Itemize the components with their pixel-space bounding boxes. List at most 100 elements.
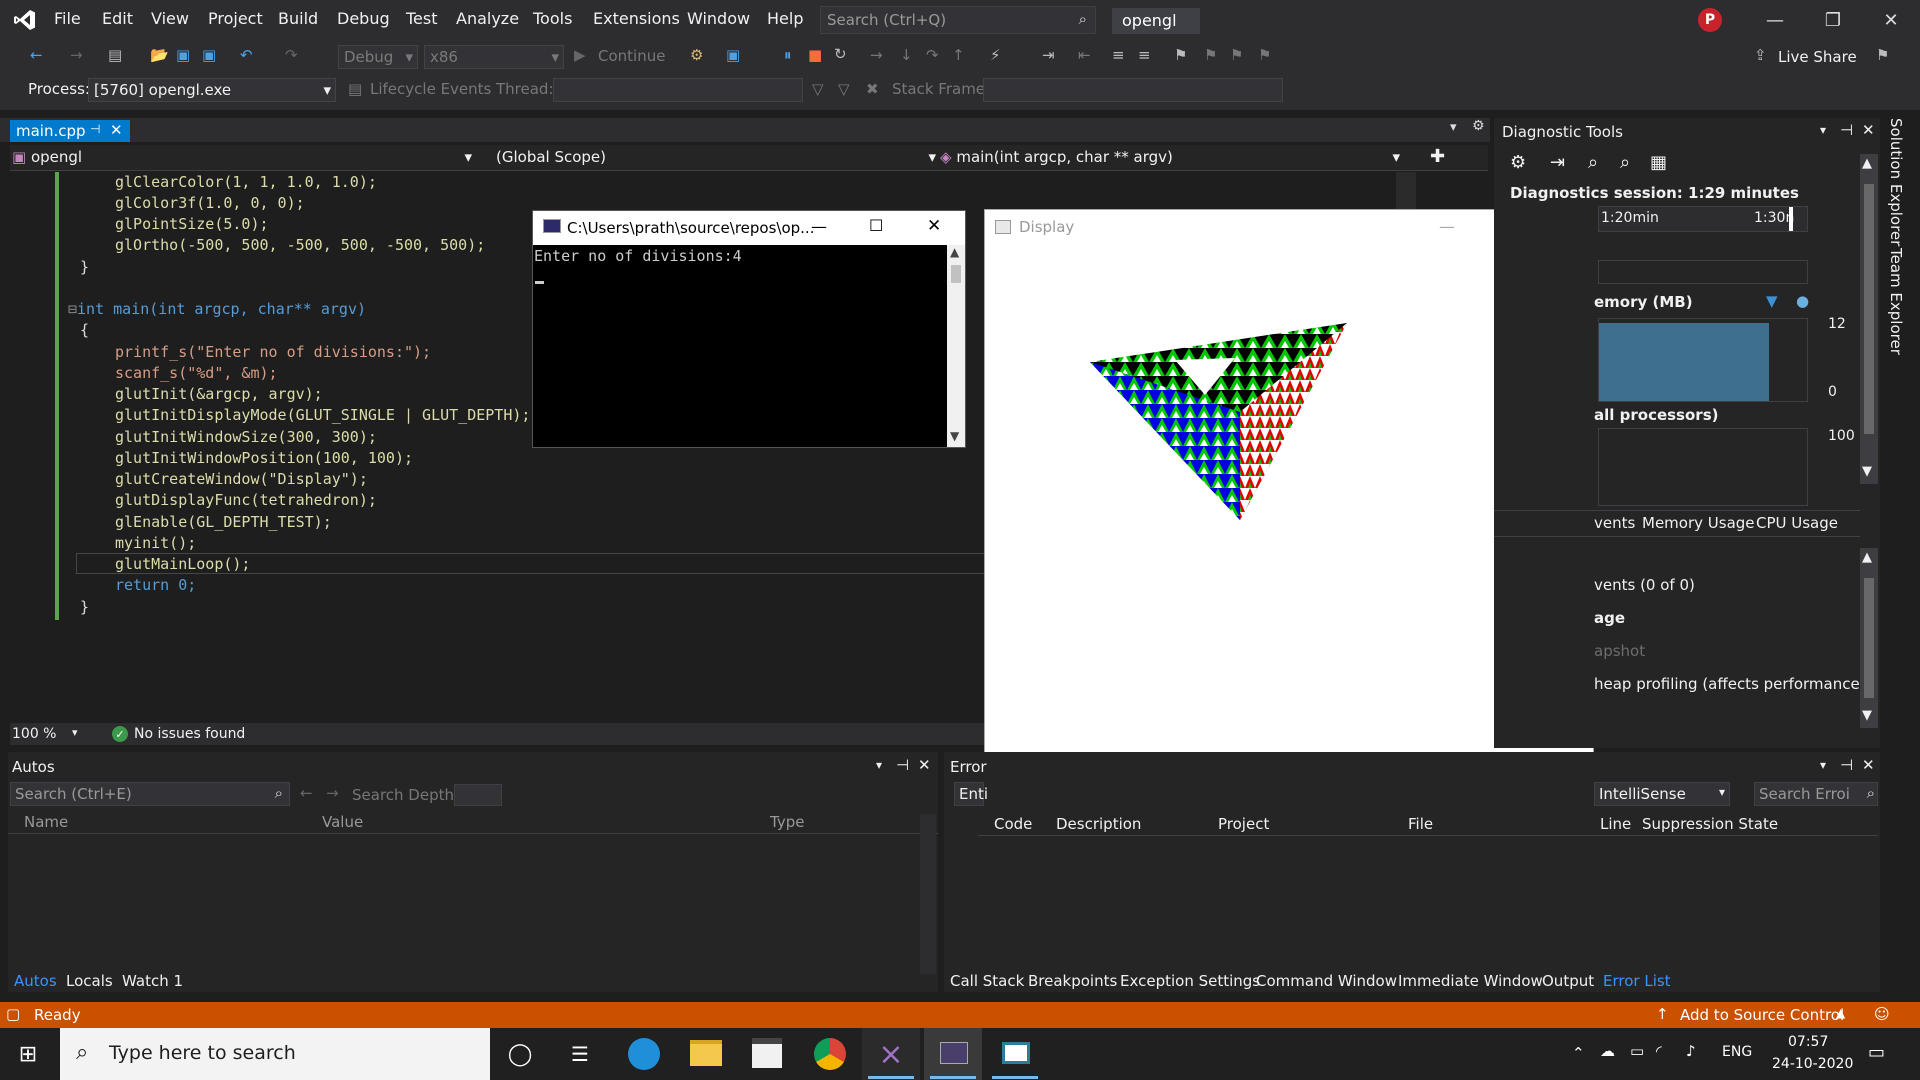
menu-view[interactable]: View bbox=[151, 9, 189, 28]
export-icon[interactable]: ⇥ bbox=[1550, 152, 1565, 173]
play-icon[interactable]: ▶ bbox=[574, 46, 586, 64]
action-center-icon[interactable]: ▭ bbox=[1868, 1042, 1885, 1063]
outdent-icon[interactable]: ⇤ bbox=[1078, 46, 1091, 64]
save-icon[interactable]: ▣ bbox=[176, 46, 190, 64]
minimize-icon[interactable]: — bbox=[811, 217, 827, 236]
maximize-icon[interactable]: ☐ bbox=[869, 216, 883, 235]
hot-reload-icon[interactable]: ⚡ bbox=[990, 46, 1001, 64]
step-up-icon[interactable]: ↑ bbox=[952, 46, 965, 64]
menu-analyze[interactable]: Analyze bbox=[456, 9, 519, 28]
zoom-out-icon[interactable]: ⌕ bbox=[1620, 152, 1630, 173]
diag-scrollbar-upper[interactable]: ▲ ▼ bbox=[1860, 154, 1878, 484]
notifications-icon[interactable]: ☺ bbox=[1874, 1005, 1890, 1023]
forward-arrow-icon[interactable]: → bbox=[70, 46, 83, 64]
task-view-icon[interactable]: ☰ bbox=[566, 1040, 594, 1068]
tab-locals[interactable]: Locals bbox=[66, 972, 113, 990]
cortana-icon[interactable]: ◯ bbox=[506, 1040, 534, 1068]
pin-icon[interactable]: ⊣ bbox=[90, 122, 100, 136]
taskbar-vs-button[interactable]: ⨯ bbox=[862, 1028, 920, 1080]
take-snapshot-button[interactable]: apshot bbox=[1594, 642, 1645, 660]
diag-scrollbar-lower[interactable]: ▲ ▼ bbox=[1860, 548, 1878, 728]
issues-status[interactable]: No issues found bbox=[134, 726, 245, 742]
back-arrow-icon[interactable]: ← bbox=[300, 784, 313, 802]
search-icon[interactable]: ⌕ bbox=[275, 784, 283, 802]
menu-tools[interactable]: Tools bbox=[533, 9, 572, 28]
comment-icon[interactable]: ≡ bbox=[1112, 46, 1125, 64]
events-summary[interactable]: vents (0 of 0) bbox=[1594, 576, 1695, 594]
chrome-icon[interactable] bbox=[814, 1038, 846, 1070]
menu-help[interactable]: Help bbox=[767, 9, 803, 28]
settings-gear-icon[interactable]: ⚙ bbox=[1510, 152, 1526, 173]
lifecycle-icon[interactable]: ▤ bbox=[348, 80, 362, 98]
reset-zoom-icon[interactable]: ▦ bbox=[1650, 152, 1667, 173]
tab-exception-settings[interactable]: Exception Settings bbox=[1120, 972, 1260, 990]
tab-overflow-icon[interactable]: ▾ bbox=[1450, 120, 1457, 135]
onedrive-icon[interactable]: ☁ bbox=[1600, 1042, 1615, 1060]
file-explorer-icon[interactable] bbox=[690, 1040, 722, 1066]
chevron-down-icon[interactable]: ▾ bbox=[1820, 758, 1826, 772]
tab-output[interactable]: Output bbox=[1542, 972, 1594, 990]
function-nav-select[interactable]: ◈ main(int argcp, char ** argv) ▾ bbox=[940, 148, 1400, 168]
pin-icon[interactable]: ⊣ bbox=[1840, 756, 1853, 774]
solution-explorer-tab[interactable]: Solution Explorer bbox=[1887, 118, 1905, 246]
zoom-level[interactable]: 100 % bbox=[12, 726, 56, 742]
uncomment-icon[interactable]: ≡ bbox=[1138, 46, 1151, 64]
scroll-down-icon[interactable]: ▼ bbox=[1862, 464, 1872, 479]
taskbar-search-box[interactable]: ⌕ Type here to search bbox=[60, 1028, 490, 1080]
console-window[interactable]: C:\Users\prath\source\repos\op... — ☐ ✕ … bbox=[532, 210, 966, 448]
avatar[interactable]: P bbox=[1698, 8, 1722, 32]
menu-edit[interactable]: Edit bbox=[102, 9, 133, 28]
stop-icon[interactable]: ■ bbox=[808, 46, 822, 64]
expand-icon[interactable]: ✖ bbox=[866, 80, 879, 98]
close-icon[interactable]: ✕ bbox=[1862, 121, 1875, 139]
scroll-thumb[interactable] bbox=[1864, 184, 1874, 434]
quick-launch-search[interactable]: Search (Ctrl+Q) ⌕ bbox=[820, 6, 1096, 34]
flag-threads-icon[interactable]: ▽ bbox=[838, 80, 850, 98]
team-explorer-tab[interactable]: Team Explorer bbox=[1887, 248, 1905, 355]
visual-studio-logo-icon[interactable] bbox=[12, 8, 38, 32]
clear-bookmarks-icon[interactable]: ⚑ bbox=[1258, 46, 1271, 64]
battery-icon[interactable]: ▭ bbox=[1630, 1042, 1644, 1060]
tab-error-list[interactable]: Error List bbox=[1603, 972, 1671, 990]
menu-extensions[interactable]: Extensions bbox=[593, 9, 680, 28]
close-icon[interactable]: ✕ bbox=[1862, 756, 1875, 774]
menu-file[interactable]: File bbox=[54, 9, 81, 28]
close-tab-icon[interactable]: ✕ bbox=[110, 121, 123, 139]
restart-icon[interactable]: ↻ bbox=[834, 45, 847, 63]
close-icon[interactable]: ✕ bbox=[918, 756, 931, 774]
timeline-ruler[interactable]: 1:20min 1:30n bbox=[1598, 206, 1808, 232]
tab-command-window[interactable]: Command Window bbox=[1256, 972, 1397, 990]
taskbar-console-button[interactable] bbox=[924, 1028, 982, 1080]
screenshot-icon[interactable]: ▣ bbox=[726, 46, 740, 64]
menu-build[interactable]: Build bbox=[278, 9, 318, 28]
scroll-up-icon[interactable]: ▲ bbox=[1862, 156, 1872, 171]
zoom-in-icon[interactable]: ⌕ bbox=[1588, 152, 1598, 173]
bookmark-icon[interactable]: ⚑ bbox=[1174, 46, 1187, 64]
clock-time[interactable]: 07:57 bbox=[1788, 1034, 1828, 1050]
col-project[interactable]: Project bbox=[1218, 815, 1269, 833]
minimize-icon[interactable]: — bbox=[1760, 8, 1790, 32]
split-editor-icon[interactable]: ✚ bbox=[1430, 146, 1445, 167]
scroll-up-icon[interactable]: ▲ bbox=[1862, 550, 1872, 565]
close-icon[interactable]: ✕ bbox=[1876, 8, 1906, 32]
redo-icon[interactable]: ↷ bbox=[285, 46, 298, 64]
attach-icon[interactable]: ⚙ bbox=[690, 46, 703, 64]
indent-icon[interactable]: ⇥ bbox=[1042, 46, 1055, 64]
pin-icon[interactable]: ⊣ bbox=[1840, 121, 1853, 139]
undo-icon[interactable]: ↶ bbox=[240, 46, 253, 64]
close-icon[interactable]: ✕ bbox=[927, 216, 941, 236]
filter-icon[interactable]: ▽ bbox=[812, 80, 824, 98]
clock-date[interactable]: 24-10-2020 bbox=[1772, 1056, 1853, 1072]
error-search-input[interactable]: Search Erroi ⌕ bbox=[1754, 782, 1878, 806]
col-name[interactable]: Name bbox=[24, 813, 68, 831]
tab-immediate-window[interactable]: Immediate Window bbox=[1398, 972, 1543, 990]
scroll-up-icon[interactable]: ▲ bbox=[950, 245, 959, 259]
tab-events[interactable]: vents bbox=[1594, 514, 1635, 532]
search-depth-select[interactable] bbox=[454, 784, 502, 806]
collapse-icon[interactable]: ⊟ bbox=[68, 300, 77, 318]
menu-project[interactable]: Project bbox=[208, 9, 263, 28]
console-title-bar[interactable]: C:\Users\prath\source\repos\op... — ☐ ✕ bbox=[533, 211, 965, 245]
step-out-icon[interactable]: ↷ bbox=[926, 46, 939, 64]
step-into-icon[interactable]: ↓ bbox=[900, 46, 913, 64]
thread-select[interactable] bbox=[553, 78, 803, 102]
